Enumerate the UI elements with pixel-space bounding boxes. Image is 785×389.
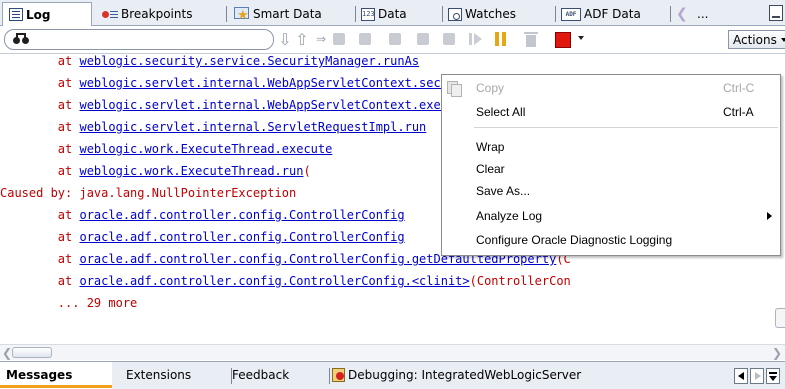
tab-debugging-label: Debugging: IntegratedWebLogicServer — [348, 368, 582, 382]
debug-icon — [330, 367, 346, 382]
tab-smart-data[interactable]: ★ Smart Data — [226, 3, 344, 25]
chevron-right-icon[interactable]: ❯ — [772, 347, 782, 359]
tab-messages-label: Messages — [6, 368, 73, 382]
tab-log-label: Log — [26, 7, 51, 22]
tab-log[interactable]: Log — [2, 2, 92, 26]
stack-link[interactable]: oracle.adf.controller.config.ControllerC… — [79, 274, 469, 288]
bottom-tab-bar: Messages Extensions Feedback Debugging: … — [0, 361, 785, 389]
active-tab-underline — [0, 385, 112, 388]
step-to-end-icon[interactable] — [414, 30, 432, 49]
stack-link[interactable]: oracle.adf.controller.config.ControllerC… — [79, 208, 404, 222]
log-window-tab-bar: Log Breakpoints ★ Smart Data 123 Data Wa… — [0, 0, 785, 26]
log-line: at oracle.adf.controller.config.Controll… — [0, 208, 405, 222]
binoculars-icon[interactable] — [13, 33, 29, 46]
step-out-icon[interactable] — [386, 30, 404, 49]
log-line: at weblogic.servlet.internal.WebAppServl… — [0, 98, 470, 112]
tab-watches[interactable]: Watches — [442, 3, 552, 25]
horizontal-scrollbar[interactable]: ❮ ❯ — [0, 344, 785, 360]
tab-more[interactable]: ❮ ... — [670, 3, 750, 25]
tab-extensions-label: Extensions — [126, 368, 192, 382]
tab-data-label: Data — [378, 7, 407, 21]
step-icon[interactable]: ⇒ — [312, 30, 330, 49]
pause-icon[interactable] — [492, 30, 510, 49]
menu-item-select-all[interactable]: Select All Ctrl-A — [442, 101, 780, 123]
log-icon — [9, 8, 23, 21]
menu-item-wrap[interactable]: Wrap — [442, 136, 780, 158]
scroll-tabs-left-icon[interactable] — [734, 368, 748, 384]
tab-feedback-label: Feedback — [232, 368, 290, 382]
menu-item-configure-odl[interactable]: Configure Oracle Diagnostic Logging — [442, 229, 780, 251]
tab-adf-data[interactable]: ADF ADF Data — [555, 3, 667, 25]
tab-navigation — [734, 368, 780, 384]
log-line: at oracle.adf.controller.config.Controll… — [0, 274, 571, 288]
smart-data-icon: ★ — [232, 6, 250, 22]
step-into-icon[interactable] — [356, 30, 374, 49]
tab-watches-label: Watches — [465, 7, 516, 21]
stack-link[interactable]: weblogic.work.ExecuteThread.run — [79, 164, 303, 178]
log-toolbar: ⇩ ⇧ ⇒ Actions — [0, 26, 785, 54]
copy-icon — [446, 80, 462, 97]
chevron-right-icon — [767, 212, 772, 220]
stop-icon[interactable] — [553, 30, 571, 49]
tab-feedback[interactable]: Feedback — [231, 362, 317, 389]
menu-item-copy[interactable]: Copy Ctrl-C — [442, 77, 780, 99]
stack-link[interactable]: weblogic.security.service.SecurityManage… — [79, 55, 419, 68]
actions-label: Actions — [733, 32, 777, 47]
trash-icon[interactable] — [522, 30, 540, 49]
search-input[interactable] — [4, 29, 274, 50]
data-icon: 123 — [361, 7, 375, 21]
run-to-cursor-icon[interactable] — [440, 30, 458, 49]
log-line: at weblogic.work.ExecuteThread.run( — [0, 164, 311, 178]
step-over-icon[interactable] — [330, 30, 348, 49]
tab-more-label: ... — [697, 7, 709, 21]
arrow-up-icon[interactable]: ⇧ — [293, 30, 311, 49]
stack-link[interactable]: oracle.adf.controller.config.ControllerC… — [79, 230, 404, 244]
more-tabs-icon: ❮ — [676, 5, 688, 22]
stop-dropdown-icon[interactable] — [578, 36, 584, 40]
scrollbar-thumb[interactable] — [12, 347, 52, 358]
tab-smart-data-label: Smart Data — [253, 7, 322, 21]
stack-link[interactable]: weblogic.work.ExecuteThread.execute — [79, 142, 332, 156]
stack-link[interactable]: weblogic.servlet.internal.ServletRequest… — [79, 120, 426, 134]
breakpoints-icon — [102, 8, 118, 21]
log-line-caused-by: Caused by: java.lang.NullPointerExceptio… — [0, 186, 297, 200]
menu-item-clear[interactable]: Clear — [442, 158, 780, 180]
vertical-scrollbar-thumb[interactable] — [775, 308, 785, 328]
tab-data[interactable]: 123 Data — [355, 3, 445, 25]
actions-context-menu: Copy Ctrl-C Select All Ctrl-A Wrap Clear… — [441, 74, 781, 256]
tab-messages[interactable]: Messages — [0, 362, 112, 389]
minimize-icon[interactable] — [769, 5, 783, 21]
log-line: at weblogic.servlet.internal.ServletRequ… — [0, 120, 427, 134]
menu-separator — [474, 127, 778, 128]
tab-extensions[interactable]: Extensions — [126, 362, 216, 389]
scroll-tabs-right-icon[interactable] — [750, 368, 764, 384]
tab-adf-data-label: ADF Data — [584, 7, 641, 21]
log-line: ... 29 more — [0, 296, 138, 310]
arrow-down-icon[interactable]: ⇩ — [276, 30, 294, 49]
watches-icon — [448, 7, 462, 21]
adf-data-icon: ADF — [561, 7, 581, 21]
log-line: at weblogic.security.service.SecurityMan… — [0, 55, 420, 68]
menu-item-analyze-log[interactable]: Analyze Log — [442, 205, 780, 227]
resume-icon[interactable] — [466, 30, 484, 49]
tab-breakpoints-label: Breakpoints — [121, 7, 193, 21]
tab-breakpoints[interactable]: Breakpoints — [96, 3, 214, 25]
tab-list-menu-icon[interactable] — [766, 368, 780, 384]
chevron-down-icon — [780, 37, 785, 42]
chevron-left-icon[interactable]: ❮ — [2, 347, 12, 359]
log-line: at oracle.adf.controller.config.Controll… — [0, 230, 405, 244]
log-line: at weblogic.work.ExecuteThread.execute — [0, 142, 333, 156]
tab-debugging[interactable]: Debugging: IntegratedWebLogicServer — [329, 362, 610, 389]
actions-button[interactable]: Actions — [728, 30, 785, 49]
menu-item-save-as[interactable]: Save As... — [442, 180, 780, 202]
stack-link[interactable]: weblogic.servlet.internal.WebAppServletC… — [79, 98, 469, 112]
